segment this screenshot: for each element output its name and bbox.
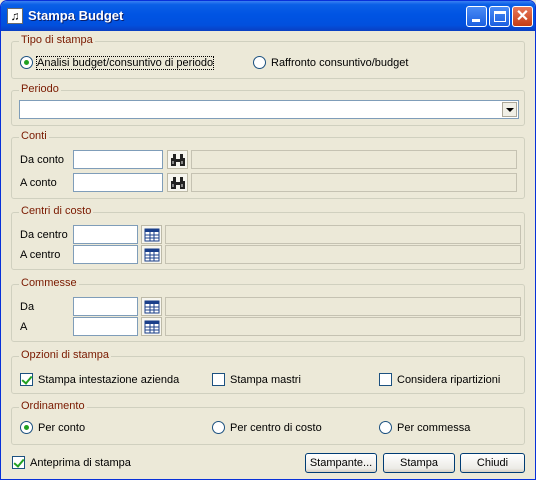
binoculars-icon[interactable] bbox=[167, 150, 188, 169]
periodo-select[interactable] bbox=[19, 100, 519, 119]
da-conto-description bbox=[191, 150, 517, 169]
da-centro-label: Da centro bbox=[20, 229, 68, 241]
radio-per-conto[interactable] bbox=[20, 421, 33, 434]
checkbox-considera-ripartizioni[interactable] bbox=[379, 373, 392, 386]
stampa-button[interactable]: Stampa bbox=[383, 453, 455, 473]
da-commessa-description bbox=[165, 297, 521, 316]
table-lookup-icon[interactable] bbox=[141, 245, 162, 264]
da-centro-description bbox=[165, 225, 521, 244]
checkbox-stampa-intestazione[interactable] bbox=[20, 373, 33, 386]
a-centro-label: A centro bbox=[20, 249, 61, 261]
stampante-button[interactable]: Stampante... bbox=[305, 453, 377, 473]
chiudi-button[interactable]: Chiudi bbox=[460, 453, 525, 473]
radio-per-centro-costo[interactable] bbox=[212, 421, 225, 434]
radio-per-centro-costo-label[interactable]: Per centro di costo bbox=[230, 422, 322, 434]
maximize-button[interactable] bbox=[489, 6, 510, 27]
da-commessa-input[interactable] bbox=[73, 297, 138, 316]
da-conto-input[interactable] bbox=[73, 150, 163, 169]
periodo-legend: Periodo bbox=[19, 83, 61, 95]
close-icon: ✕ bbox=[515, 8, 530, 25]
minimize-icon bbox=[472, 19, 480, 22]
checkbox-stampa-intestazione-label[interactable]: Stampa intestazione azienda bbox=[38, 374, 179, 386]
da-commessa-label: Da bbox=[20, 301, 35, 313]
checkbox-stampa-mastri-label[interactable]: Stampa mastri bbox=[230, 374, 301, 386]
radio-analisi-budget-label[interactable]: Analisi budget/consuntivo di periodo bbox=[35, 56, 215, 70]
stampa-budget-window: ♫ Stampa Budget ✕ Tipo di stampa Analisi… bbox=[0, 0, 536, 480]
checkbox-anteprima-stampa[interactable] bbox=[12, 456, 25, 469]
ordinamento-legend: Ordinamento bbox=[19, 400, 87, 412]
minimize-button[interactable] bbox=[466, 6, 487, 27]
maximize-icon bbox=[494, 11, 506, 22]
a-centro-input[interactable] bbox=[73, 245, 138, 264]
radio-analisi-budget[interactable] bbox=[20, 56, 33, 69]
a-conto-description bbox=[191, 173, 517, 192]
close-window-button[interactable]: ✕ bbox=[512, 6, 533, 27]
a-commessa-input[interactable] bbox=[73, 317, 138, 336]
radio-per-commessa[interactable] bbox=[379, 421, 392, 434]
radio-per-commessa-label[interactable]: Per commessa bbox=[397, 422, 470, 434]
radio-per-conto-label[interactable]: Per conto bbox=[38, 422, 85, 434]
opzioni-stampa-legend: Opzioni di stampa bbox=[19, 349, 112, 361]
radio-raffronto-label[interactable]: Raffronto consuntivo/budget bbox=[271, 57, 408, 69]
a-conto-label: A conto bbox=[20, 177, 57, 189]
da-conto-label: Da conto bbox=[20, 154, 65, 166]
chevron-down-icon[interactable] bbox=[502, 102, 517, 117]
centri-costo-legend: Centri di costo bbox=[19, 205, 94, 217]
da-centro-input[interactable] bbox=[73, 225, 138, 244]
conti-legend: Conti bbox=[19, 130, 49, 142]
title-bar[interactable]: ♫ Stampa Budget ✕ bbox=[1, 1, 535, 31]
a-centro-description bbox=[165, 245, 521, 264]
a-conto-input[interactable] bbox=[73, 173, 163, 192]
tipo-stampa-legend: Tipo di stampa bbox=[19, 34, 95, 46]
a-commessa-description bbox=[165, 317, 521, 336]
table-lookup-icon[interactable] bbox=[141, 225, 162, 244]
checkbox-stampa-mastri[interactable] bbox=[212, 373, 225, 386]
table-lookup-icon[interactable] bbox=[141, 297, 162, 316]
music-note-icon: ♫ bbox=[7, 8, 23, 24]
table-lookup-icon[interactable] bbox=[141, 317, 162, 336]
commesse-legend: Commesse bbox=[19, 277, 79, 289]
window-title: Stampa Budget bbox=[28, 8, 124, 23]
checkbox-anteprima-stampa-label[interactable]: Anteprima di stampa bbox=[30, 457, 131, 469]
radio-raffronto[interactable] bbox=[253, 56, 266, 69]
binoculars-icon[interactable] bbox=[167, 173, 188, 192]
checkbox-considera-ripartizioni-label[interactable]: Considera ripartizioni bbox=[397, 374, 500, 386]
a-commessa-label: A bbox=[20, 321, 28, 333]
